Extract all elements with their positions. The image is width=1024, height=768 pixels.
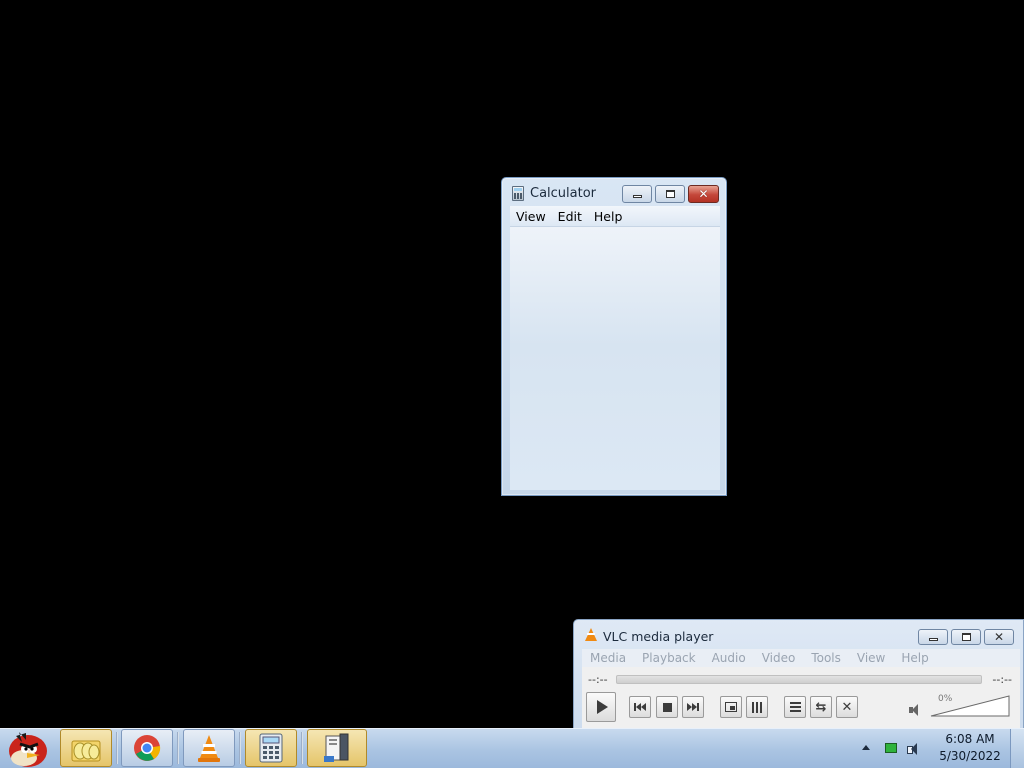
vlc-maximize-button[interactable] <box>951 629 981 645</box>
shuffle-icon: ✕ <box>841 699 853 715</box>
play-icon <box>597 700 608 714</box>
vlc-menubar: Media Playback Audio Video Tools View He… <box>582 649 1020 667</box>
taskbar-separator <box>239 732 241 764</box>
fullscreen-button[interactable] <box>720 696 742 718</box>
volume-percent: 0% <box>938 694 953 704</box>
chrome-icon <box>134 735 161 761</box>
volume-icon[interactable] <box>907 742 923 756</box>
taskbar-vlc-button[interactable] <box>183 729 235 767</box>
loop-icon: ⇆ <box>815 699 827 715</box>
show-hidden-icons-arrow-icon[interactable] <box>862 745 870 750</box>
vlc-icon <box>198 735 220 762</box>
loop-button[interactable]: ⇆ <box>810 696 832 718</box>
vlc-menu-media[interactable]: Media <box>582 651 634 665</box>
vlc-cone-icon <box>585 628 597 641</box>
vlc-menu-audio[interactable]: Audio <box>704 651 754 665</box>
calculator-menubar: View Edit Help <box>510 206 720 226</box>
vlc-menu-video[interactable]: Video <box>754 651 804 665</box>
vlc-window[interactable]: VLC media player ✕ Media Playback Audio … <box>573 619 1024 731</box>
eggs-folder-icon <box>71 740 101 762</box>
vlc-title: VLC media player <box>603 629 714 644</box>
next-button[interactable] <box>682 696 704 718</box>
menu-view[interactable]: View <box>510 209 552 224</box>
angry-bird-icon[interactable] <box>2 728 54 768</box>
stop-button[interactable] <box>656 696 678 718</box>
calculator-titlebar[interactable]: Calculator ✕ <box>502 178 726 206</box>
play-button[interactable] <box>586 692 616 722</box>
vlc-close-button[interactable]: ✕ <box>984 629 1014 645</box>
maximize-icon <box>665 190 675 198</box>
vlc-menu-tools[interactable]: Tools <box>803 651 849 665</box>
network-icon[interactable] <box>885 743 897 753</box>
minimize-button[interactable] <box>622 185 652 203</box>
file-manager-icon <box>324 733 349 762</box>
close-icon: ✕ <box>698 187 709 201</box>
mute-icon[interactable] <box>909 704 923 716</box>
taskbar-file-manager-button[interactable] <box>307 729 367 767</box>
calculator-window[interactable]: Calculator ✕ View Edit Help <box>501 177 727 496</box>
calculator-app-icon <box>512 186 524 201</box>
total-time: --:-- <box>992 673 1012 686</box>
taskbar-separator <box>177 732 179 764</box>
vlc-controls-panel: --:-- --:-- ⇆ ✕ 0% <box>582 667 1020 731</box>
taskbar-folder-button[interactable] <box>60 729 112 767</box>
playlist-button[interactable] <box>784 696 806 718</box>
vlc-menu-view[interactable]: View <box>849 651 893 665</box>
seek-bar[interactable] <box>616 675 982 684</box>
stop-icon <box>662 702 672 712</box>
playlist-icon <box>789 702 801 712</box>
vlc-menu-playback[interactable]: Playback <box>634 651 704 665</box>
menu-edit[interactable]: Edit <box>552 209 588 224</box>
close-button[interactable]: ✕ <box>688 185 719 203</box>
vlc-menu-help[interactable]: Help <box>893 651 936 665</box>
maximize-icon <box>961 633 971 641</box>
fullscreen-icon <box>725 702 737 712</box>
taskbar-separator <box>116 732 118 764</box>
shuffle-button[interactable]: ✕ <box>836 696 858 718</box>
taskbar-separator <box>301 732 303 764</box>
taskbar-calculator-button[interactable] <box>245 729 297 767</box>
maximize-button[interactable] <box>655 185 685 203</box>
clock-date: 5/30/2022 <box>939 749 1001 763</box>
extended-settings-button[interactable] <box>746 696 768 718</box>
calculator-title: Calculator <box>530 186 597 201</box>
previous-button[interactable] <box>629 696 651 718</box>
elapsed-time: --:-- <box>588 673 608 686</box>
calculator-icon <box>259 733 283 763</box>
minimize-icon <box>928 638 938 641</box>
minimize-icon <box>632 195 642 198</box>
equalizer-icon <box>752 701 762 713</box>
previous-icon <box>634 703 646 711</box>
vlc-minimize-button[interactable] <box>918 629 948 645</box>
close-icon: ✕ <box>993 630 1005 644</box>
taskbar-clock[interactable]: 6:08 AM 5/30/2022 <box>932 731 1008 765</box>
next-icon <box>687 703 699 711</box>
calculator-content-area <box>510 226 720 490</box>
show-desktop-button[interactable] <box>1010 729 1024 768</box>
taskbar-chrome-button[interactable] <box>121 729 173 767</box>
clock-time: 6:08 AM <box>945 732 995 746</box>
menu-help[interactable]: Help <box>588 209 629 224</box>
